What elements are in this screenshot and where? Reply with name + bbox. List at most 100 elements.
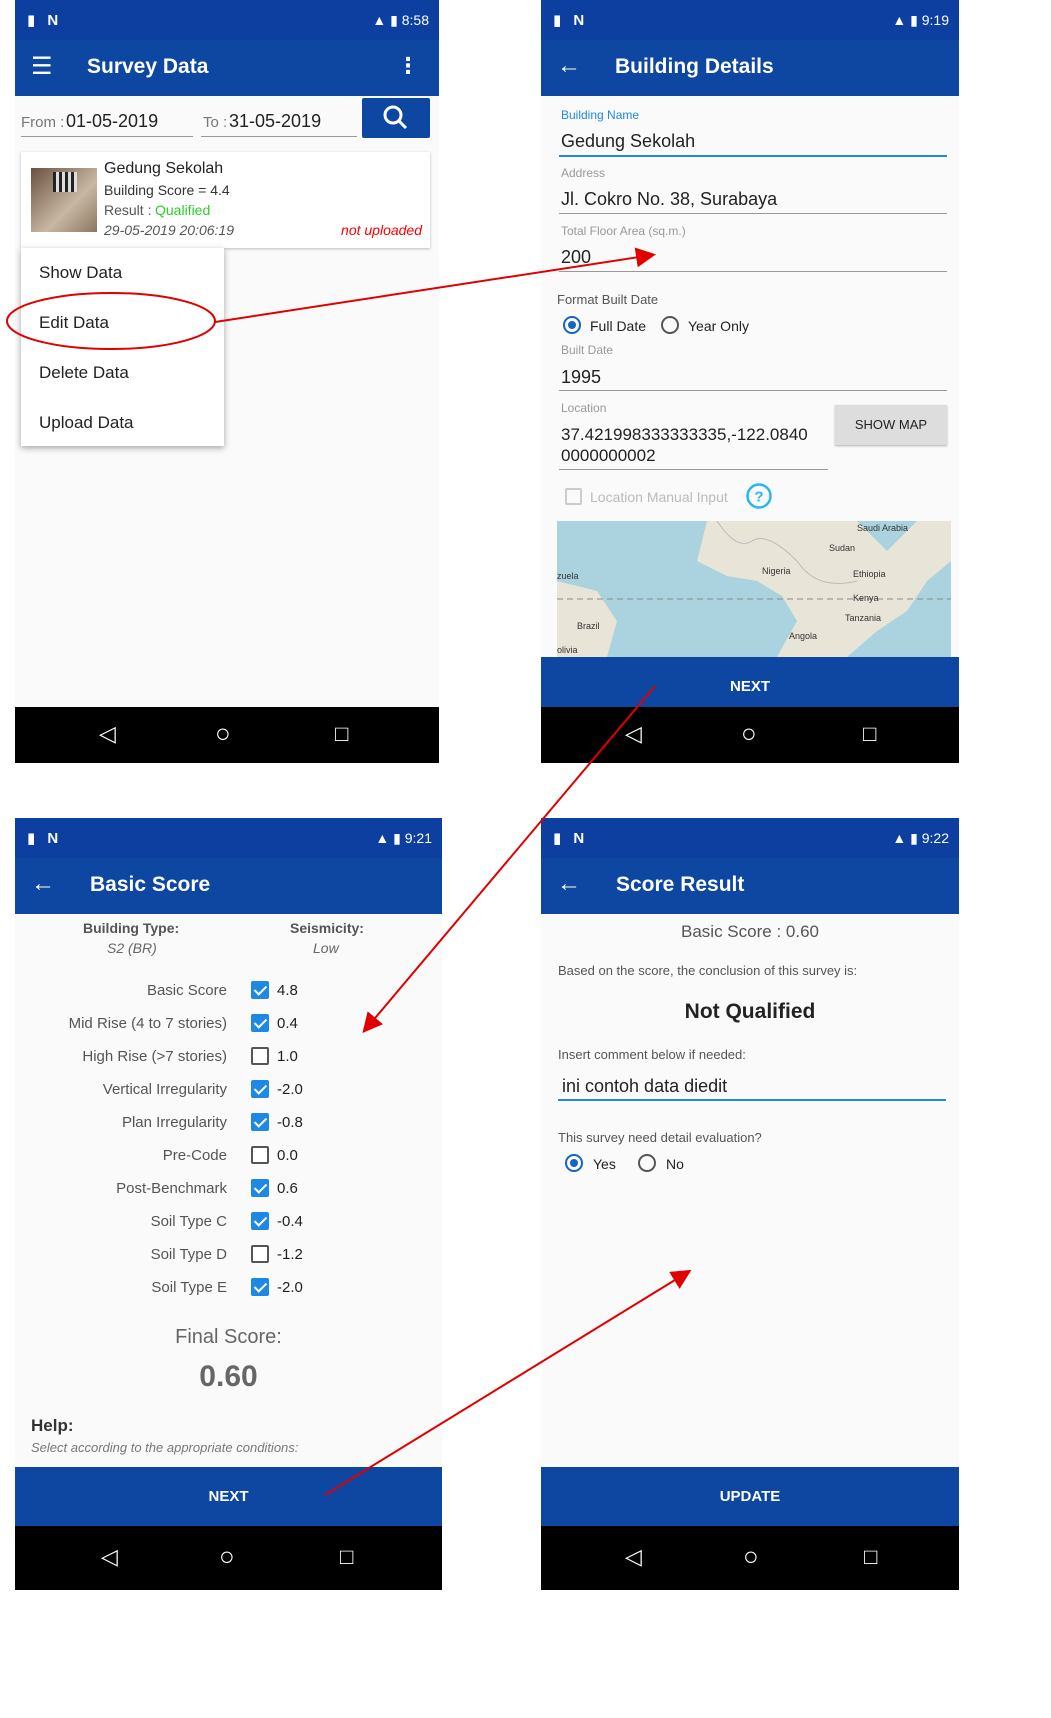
status-time: ▲ ▮ 9:19 <box>892 12 949 28</box>
menu-item-upload-data[interactable]: Upload Data <box>21 398 224 448</box>
page-title: Basic Score <box>90 873 211 896</box>
map-view[interactable]: Saudi Arabia Sudan Nigeria Ethiopia zuel… <box>557 521 951 657</box>
status-time: ▲ ▮ 8:58 <box>372 12 429 28</box>
survey-card[interactable]: Gedung Sekolah Building Score = 4.4 Resu… <box>21 152 430 248</box>
score-row-value: 0.6 <box>277 1180 298 1197</box>
nav-home-icon[interactable]: ○ <box>219 1541 235 1572</box>
building-name-underline <box>559 155 947 157</box>
score-row-checkbox[interactable] <box>251 1212 269 1230</box>
hamburger-menu-icon[interactable]: ☰ <box>31 52 53 81</box>
status-icons: ▮ N <box>553 830 589 847</box>
svg-text:?: ? <box>754 489 763 506</box>
score-row-value: -0.4 <box>277 1213 303 1230</box>
screen-building-details: ▮ N ▲ ▮ 9:19 ← Building Details Building… <box>541 0 959 763</box>
map-label-bolivia: olivia <box>557 645 578 655</box>
nav-back-icon[interactable]: ◁ <box>625 1544 642 1570</box>
system-nav-bar: ◁ ○ □ <box>15 1526 442 1590</box>
score-row-checkbox[interactable] <box>251 981 269 999</box>
nav-home-icon[interactable]: ○ <box>743 1541 759 1572</box>
radio-year-only-label: Year Only <box>688 318 749 334</box>
manual-input-checkbox[interactable] <box>565 488 582 505</box>
map-label-kenya: Kenya <box>853 593 879 603</box>
floor-area-field[interactable]: 200 <box>561 247 591 268</box>
overflow-menu-icon[interactable]: ⋮ <box>397 53 419 79</box>
score-row-checkbox[interactable] <box>251 1278 269 1296</box>
score-row-checkbox[interactable] <box>251 1179 269 1197</box>
nav-back-icon[interactable]: ◁ <box>99 721 116 747</box>
manual-input-label: Location Manual Input <box>590 489 728 505</box>
nav-recent-icon[interactable]: □ <box>335 721 348 747</box>
address-label: Address <box>561 166 606 180</box>
to-date-field[interactable]: 31-05-2019 <box>229 111 321 132</box>
radio-full-date-label: Full Date <box>590 318 647 334</box>
nav-home-icon[interactable]: ○ <box>741 718 757 749</box>
seismicity-label: Seismicity: <box>290 920 364 936</box>
score-row-checkbox[interactable] <box>251 1014 269 1032</box>
score-row-label: Post-Benchmark <box>116 1180 227 1197</box>
building-name-field[interactable]: Gedung Sekolah <box>561 131 695 152</box>
system-nav-bar: ◁ ○ □ <box>15 707 439 763</box>
score-row-checkbox[interactable] <box>251 1080 269 1098</box>
score-row-label: High Rise (>7 stories) <box>82 1048 227 1065</box>
menu-item-show-data[interactable]: Show Data <box>21 248 224 298</box>
score-row-label: Pre-Code <box>162 1147 227 1164</box>
back-arrow-icon[interactable]: ← <box>557 52 581 80</box>
update-button[interactable]: UPDATE <box>541 1467 959 1527</box>
show-map-button[interactable]: SHOW MAP <box>835 405 947 445</box>
map-land <box>557 521 951 657</box>
comment-underline <box>558 1099 946 1101</box>
menu-item-delete-data[interactable]: Delete Data <box>21 348 224 398</box>
building-thumbnail <box>31 168 97 232</box>
back-arrow-icon[interactable]: ← <box>557 870 581 898</box>
status-time: ▲ ▮ 9:22 <box>892 830 949 846</box>
score-row-checkbox[interactable] <box>251 1113 269 1131</box>
radio-year-only[interactable] <box>661 316 679 334</box>
nav-back-icon[interactable]: ◁ <box>625 721 642 747</box>
address-field[interactable]: Jl. Cokro No. 38, Surabaya <box>561 189 777 210</box>
format-built-date-label: Format Built Date <box>557 292 659 307</box>
map-label-brazil: Brazil <box>577 621 600 631</box>
comment-input[interactable]: ini contoh data diedit <box>562 1076 727 1097</box>
score-row-value: 0.4 <box>277 1015 298 1032</box>
location-line-1[interactable]: 37.421998333333335,-122.0840 <box>561 425 808 445</box>
menu-item-edit-data[interactable]: Edit Data <box>21 298 224 348</box>
nav-recent-icon[interactable]: □ <box>863 721 876 747</box>
radio-yes[interactable] <box>565 1154 583 1172</box>
from-date-field[interactable]: 01-05-2019 <box>66 111 158 132</box>
system-nav-bar: ◁ ○ □ <box>541 707 959 763</box>
card-result-value: Qualified <box>155 202 211 218</box>
nav-recent-icon[interactable]: □ <box>340 1544 353 1570</box>
score-row-label: Plan Irregularity <box>121 1114 227 1131</box>
score-row-value: 1.0 <box>277 1048 298 1065</box>
location-line-2[interactable]: 0000000002 <box>561 446 656 466</box>
score-row-checkbox[interactable] <box>251 1146 269 1164</box>
built-date-field[interactable]: 1995 <box>561 367 601 388</box>
nav-back-icon[interactable]: ◁ <box>101 1544 118 1570</box>
radio-full-date[interactable] <box>563 316 581 334</box>
next-button[interactable]: NEXT <box>15 1467 442 1527</box>
nav-recent-icon[interactable]: □ <box>864 1544 877 1570</box>
map-label-zuela: zuela <box>557 571 579 581</box>
context-menu: Show Data Edit Data Delete Data Upload D… <box>21 248 224 446</box>
card-date: 29-05-2019 20:06:19 <box>104 222 234 238</box>
final-score-label: Final Score: <box>175 1326 282 1348</box>
location-label: Location <box>561 401 607 415</box>
help-icon[interactable]: ? <box>745 482 773 510</box>
radio-no[interactable] <box>638 1154 656 1172</box>
detail-question: This survey need detail evaluation? <box>558 1130 762 1145</box>
nav-home-icon[interactable]: ○ <box>215 718 231 749</box>
basic-score-text: Basic Score : 0.60 <box>681 922 819 941</box>
back-arrow-icon[interactable]: ← <box>31 870 55 898</box>
card-building-score: Building Score = 4.4 <box>104 182 230 198</box>
score-row-checkbox[interactable] <box>251 1047 269 1065</box>
seismicity-value: Low <box>313 940 339 956</box>
floor-area-label: Total Floor Area (sq.m.) <box>561 224 686 238</box>
built-date-underline <box>559 390 947 391</box>
status-bar: ▮ N ▲ ▮ 8:58 <box>15 0 439 40</box>
card-result-label: Result : <box>104 202 152 218</box>
score-row-value: 4.8 <box>277 982 298 999</box>
score-row-label: Soil Type C <box>150 1213 227 1230</box>
from-underline <box>21 136 193 137</box>
score-row-checkbox[interactable] <box>251 1245 269 1263</box>
search-button[interactable] <box>362 98 430 138</box>
